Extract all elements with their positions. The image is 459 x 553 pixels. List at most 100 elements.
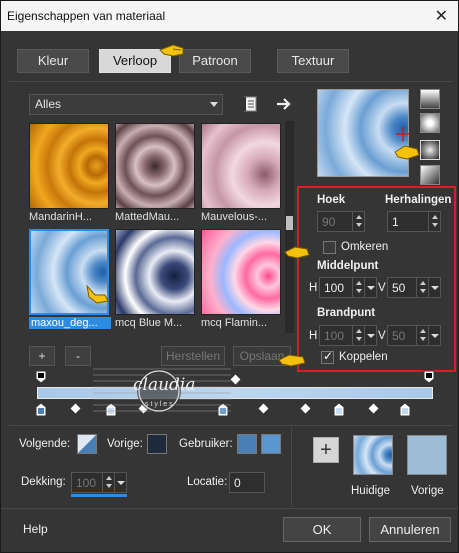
chevron-down-icon[interactable] xyxy=(364,326,376,345)
gradient-item[interactable]: mcq Blue M... xyxy=(113,227,197,331)
gradient-style-linear-icon[interactable] xyxy=(420,89,440,109)
reverse-label: Omkeren xyxy=(341,241,389,253)
reverse-checkbox[interactable] xyxy=(323,241,336,254)
divider xyxy=(291,427,292,507)
chevron-down-icon[interactable] xyxy=(114,473,126,492)
focal-label: Brandpunt xyxy=(317,307,376,319)
tab-textuur[interactable]: Textuur xyxy=(277,49,349,73)
spinner-arrows[interactable] xyxy=(352,212,364,231)
repeats-value: 1 xyxy=(392,215,399,229)
focal-v-label: V xyxy=(378,330,386,342)
gradient-swatch xyxy=(115,123,195,209)
focal-v-value: 50 xyxy=(392,329,406,343)
spinner-arrows[interactable] xyxy=(352,326,364,345)
cancel-button[interactable]: Annuleren xyxy=(369,517,451,542)
chevron-down-icon[interactable] xyxy=(428,326,440,345)
gradient-item[interactable]: MandarinH... xyxy=(27,121,111,225)
pointing-hand-icon xyxy=(159,44,184,57)
color-stop-top-left[interactable] xyxy=(35,370,47,384)
gradient-swatch xyxy=(201,229,281,315)
gradient-item[interactable]: MattedMau... xyxy=(113,121,197,225)
title-bar: Eigenschappen van materiaal ✕ xyxy=(1,1,458,31)
add-swatch-button[interactable]: + xyxy=(313,437,339,463)
gradient-library: MandarinH... MattedMau... Mauvelous-... … xyxy=(27,121,285,333)
center-h-value: 100 xyxy=(324,281,345,295)
spinner-arrows[interactable] xyxy=(102,473,114,492)
angle-label: Hoek xyxy=(317,194,346,206)
opacity-slider[interactable] xyxy=(71,494,127,497)
gradient-label: MattedMau... xyxy=(115,211,180,223)
tab-patroon[interactable]: Patroon xyxy=(179,49,251,73)
spinner-arrows[interactable] xyxy=(352,278,364,297)
gradient-preview[interactable] xyxy=(317,89,410,177)
focal-v-input[interactable]: 50 xyxy=(387,325,441,346)
watermark-subtext: s t y l e s xyxy=(145,401,173,408)
center-label: Middelpunt xyxy=(317,260,379,272)
library-scrollbar[interactable] xyxy=(285,121,294,333)
spinner-arrows[interactable] xyxy=(416,326,428,345)
gradient-item[interactable]: Mauvelous-... xyxy=(199,121,283,225)
category-dropdown[interactable]: Alles xyxy=(29,94,223,115)
gradient-item-selected[interactable]: maxou_deg... xyxy=(27,227,111,331)
previous-swatch[interactable] xyxy=(147,434,167,454)
gradient-style-sunburst-icon[interactable] xyxy=(420,140,440,160)
repeats-input[interactable]: 1 xyxy=(387,211,441,232)
user-color-1[interactable] xyxy=(237,434,257,454)
opacity-label: Dekking: xyxy=(21,476,66,488)
chevron-down-icon[interactable] xyxy=(428,278,440,297)
pointing-hand-icon xyxy=(278,354,306,367)
divider xyxy=(9,425,452,426)
link-checkbox[interactable] xyxy=(321,349,334,364)
gradient-label: MandarinH... xyxy=(29,211,92,223)
gradient-label: mcq Flamin... xyxy=(201,317,268,329)
previous-material-preview[interactable] xyxy=(407,435,447,475)
help-button[interactable]: Help xyxy=(23,522,48,536)
gradient-label: mcq Blue M... xyxy=(115,317,183,329)
scrollbar-thumb[interactable] xyxy=(286,216,293,230)
pointing-hand-icon xyxy=(284,246,310,259)
ok-button[interactable]: OK xyxy=(283,517,361,542)
gradient-swatch xyxy=(201,123,281,209)
midpoint-marker[interactable] xyxy=(368,403,379,414)
focal-h-value: 100 xyxy=(324,329,345,343)
opacity-input[interactable]: 100 xyxy=(71,472,127,493)
color-stop-bottom[interactable] xyxy=(399,402,411,417)
gradient-style-radial-icon[interactable] xyxy=(420,165,440,185)
color-stop-bottom[interactable] xyxy=(35,402,47,417)
opacity-value: 100 xyxy=(76,476,97,490)
foreground-gradient-swatch[interactable] xyxy=(77,434,97,454)
add-gradient-button[interactable]: + xyxy=(29,346,55,366)
spinner-arrows[interactable] xyxy=(416,278,428,297)
midpoint-marker[interactable] xyxy=(230,374,241,385)
color-stop-top-right[interactable] xyxy=(423,370,435,384)
remove-gradient-button[interactable]: - xyxy=(65,346,91,366)
location-value: 0 xyxy=(234,476,241,490)
category-value: Alles xyxy=(35,97,62,111)
focal-h-input[interactable]: 100 xyxy=(319,325,377,346)
foreground-label: Volgende: xyxy=(19,438,71,450)
gradient-label: Mauvelous-... xyxy=(201,211,268,223)
gradient-style-rectangular-icon[interactable] xyxy=(420,113,440,133)
page-icon[interactable] xyxy=(241,95,259,113)
gradient-item[interactable]: mcq Flamin... xyxy=(199,227,283,331)
angle-input[interactable]: 90 xyxy=(317,211,365,232)
material-properties-dialog: Eigenschappen van materiaal ✕ Kleur Verl… xyxy=(0,0,459,553)
repeats-label: Herhalingen xyxy=(385,194,452,206)
location-input[interactable]: 0 xyxy=(229,472,265,493)
midpoint-marker[interactable] xyxy=(258,403,269,414)
center-h-input[interactable]: 100 xyxy=(319,277,377,298)
user-color-2[interactable] xyxy=(261,434,281,454)
tab-kleur[interactable]: Kleur xyxy=(17,49,89,73)
arrow-right-icon[interactable] xyxy=(275,95,293,113)
spinner-arrows[interactable] xyxy=(428,212,440,231)
close-icon[interactable]: ✕ xyxy=(435,6,448,26)
current-material-preview[interactable] xyxy=(353,435,393,475)
chevron-down-icon xyxy=(210,102,218,107)
center-v-input[interactable]: 50 xyxy=(387,277,441,298)
color-stop-bottom[interactable] xyxy=(333,402,345,417)
midpoint-marker[interactable] xyxy=(70,403,81,414)
previous-label: Vorige: xyxy=(107,438,143,450)
gradient-swatch xyxy=(29,123,109,209)
chevron-down-icon[interactable] xyxy=(364,278,376,297)
midpoint-marker[interactable] xyxy=(300,403,311,414)
